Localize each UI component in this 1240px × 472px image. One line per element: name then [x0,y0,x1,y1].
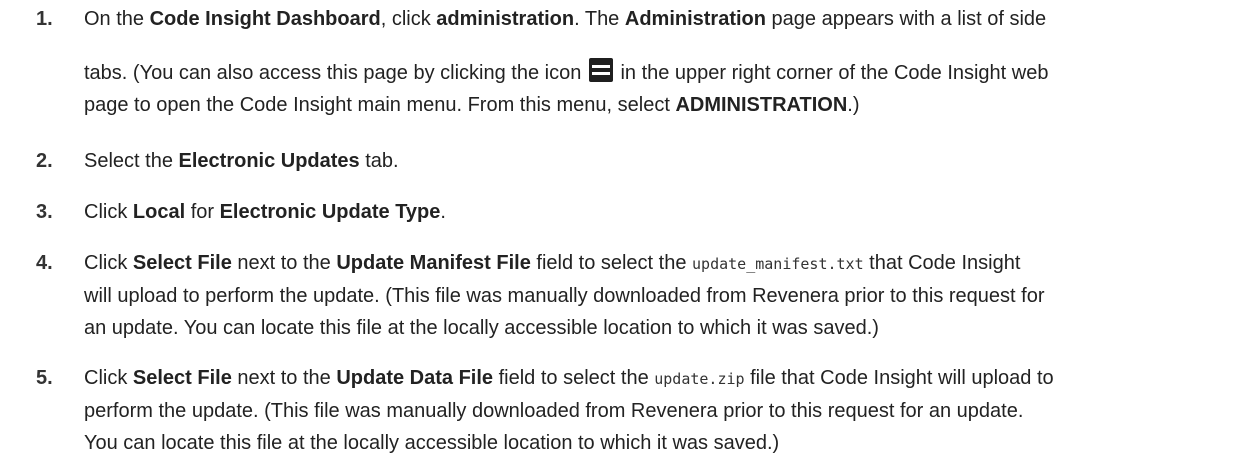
ui-term: Local [132,201,186,223]
step-line: page to open the Code Insight main menu.… [84,89,1216,121]
step-2: 2. Select the Electronic Updates tab. [0,145,1240,177]
step-line: On the Code Insight Dashboard, click adm… [84,3,1216,35]
file-name: update.zip [654,370,745,388]
ui-term: Electronic Update Type [219,201,441,223]
text: page to open the Code Insight main menu.… [84,94,676,116]
text: .) [847,94,860,116]
text: next to the [231,252,337,274]
step-number: 1. [36,8,53,30]
step-4: 4. Click Select File next to the Update … [0,247,1240,344]
ui-term: ADMINISTRATION [675,94,848,116]
text: . The [574,8,625,30]
text: an update. You can locate this file at t… [84,317,879,339]
step-line: Click Select File next to the Update Dat… [84,362,1216,395]
step-5: 5. Click Select File next to the Update … [0,362,1240,459]
ui-term: Update Data File [336,367,494,389]
ui-term: Select File [132,252,232,274]
text: tab. [359,150,399,172]
step-number: 3. [36,201,53,223]
step-number: 4. [36,252,53,274]
text: perform the update. (This file was manua… [84,400,1024,422]
step-line: Click Select File next to the Update Man… [84,247,1216,280]
text: will upload to perform the update. (This… [84,285,1045,307]
text: Click [84,367,133,389]
file-name: update_manifest.txt [692,255,864,273]
step-text: Select the Electronic Updates tab. [84,145,1216,177]
step-text: Click Local for Electronic Update Type. [84,196,1216,228]
ui-term: Select File [132,367,232,389]
text: in the upper right corner of the Code In… [614,62,1049,84]
step-number: 5. [36,367,53,389]
step-line: will upload to perform the update. (This… [84,280,1216,312]
text: . [440,201,446,223]
text: Click [84,252,133,274]
text: file that Code Insight will upload to [744,367,1054,389]
text: Select the [84,150,179,172]
step-text: Click Select File next to the Update Dat… [84,362,1216,459]
text: that Code Insight [863,252,1021,274]
step-line: perform the update. (This file was manua… [84,395,1216,427]
text: next to the [231,367,337,389]
ui-term: Electronic Updates [178,150,360,172]
ui-term: Code Insight Dashboard [149,8,381,30]
step-line: an update. You can locate this file at t… [84,312,1216,344]
step-3: 3. Click Local for Electronic Update Typ… [0,196,1240,228]
text: field to select the [493,367,655,389]
ui-term: Administration [624,8,766,30]
ui-term: administration [436,8,575,30]
step-1: 1. On the Code Insight Dashboard, click … [0,3,1240,121]
step-text: On the Code Insight Dashboard, click adm… [84,3,1216,121]
step-line: You can locate this file at the locally … [84,427,1216,459]
text: field to select the [530,252,693,274]
text: tabs. (You can also access this page by … [84,62,587,84]
text: for [185,201,220,223]
menu-icon [588,58,613,82]
text: You can locate this file at the locally … [84,432,780,454]
text: On the [84,8,150,30]
step-line: tabs. (You can also access this page by … [84,57,1216,89]
ui-term: Update Manifest File [336,252,531,274]
text: , click [380,8,437,30]
step-number: 2. [36,150,53,172]
step-text: Click Select File next to the Update Man… [84,247,1216,344]
text: Click [84,201,133,223]
text: page appears with a list of side [766,8,1047,30]
